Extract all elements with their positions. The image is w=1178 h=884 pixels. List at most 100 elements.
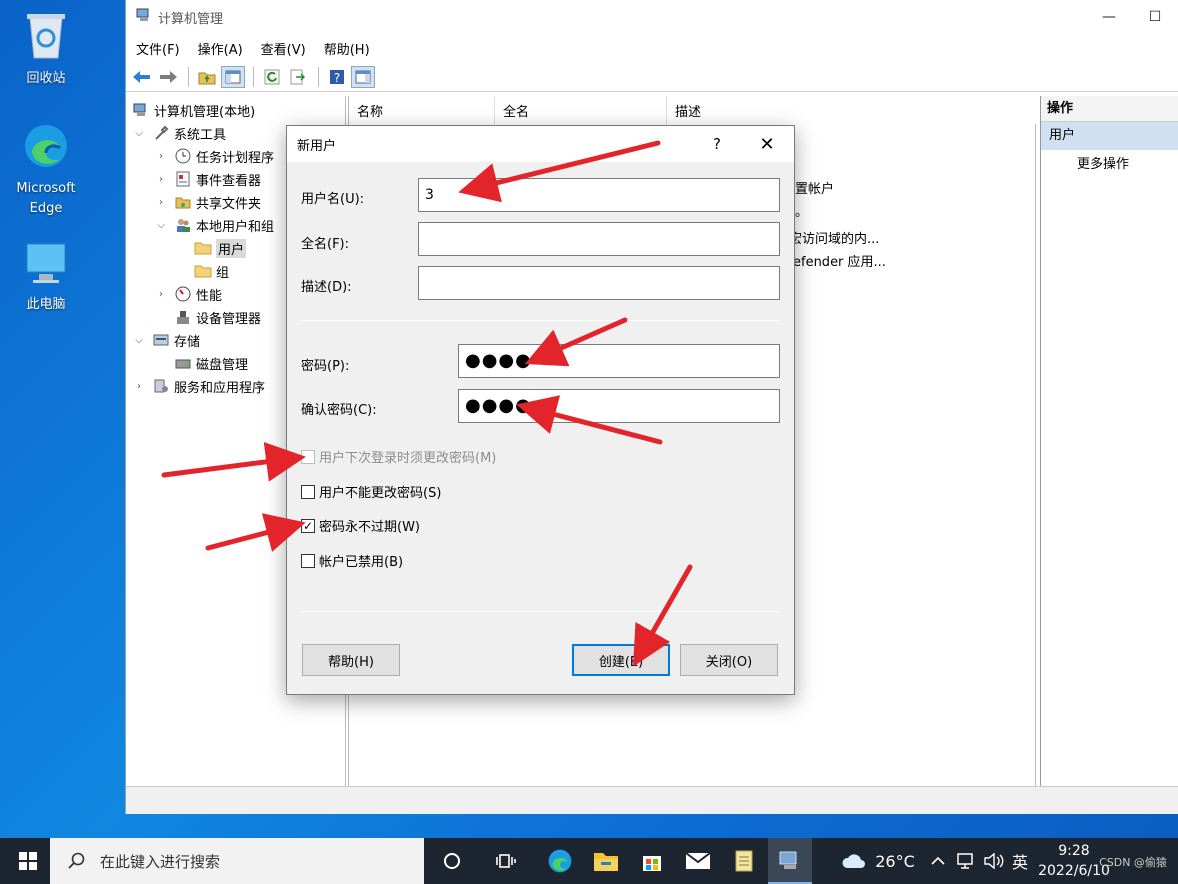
- column-header-description[interactable]: 描述: [667, 96, 1037, 124]
- export-button[interactable]: [286, 66, 310, 88]
- show-hidden-icons[interactable]: [928, 838, 948, 884]
- weather-temp: 26°C: [875, 851, 915, 871]
- chevron-right-icon[interactable]: ›: [154, 289, 168, 300]
- close-icon[interactable]: ✕: [740, 134, 794, 155]
- description-input[interactable]: [418, 266, 780, 300]
- description-cell: 。: [795, 205, 809, 220]
- desktop-icon-this-pc[interactable]: 此电脑: [8, 242, 84, 315]
- window-titlebar[interactable]: 计算机管理 — ☐: [126, 0, 1178, 34]
- network-icon: [957, 853, 973, 869]
- properties-view-button[interactable]: [351, 65, 375, 88]
- desktop-icon-edge[interactable]: Microsoft Edge: [8, 122, 84, 219]
- checkbox-account-disabled[interactable]: 帐户已禁用(B): [301, 551, 403, 570]
- tree-node-device-manager[interactable]: 设备管理器: [174, 306, 261, 328]
- tree-node-storage[interactable]: ⌵ 存储: [132, 329, 200, 351]
- fullname-input[interactable]: [418, 222, 780, 256]
- tree-node-users[interactable]: 用户: [194, 237, 247, 259]
- more-actions-link[interactable]: 更多操作: [1041, 150, 1178, 180]
- help-button[interactable]: 帮助(H): [302, 644, 400, 676]
- watermark: CSDN @偷猿: [1099, 856, 1167, 869]
- svg-text:?: ?: [334, 71, 340, 85]
- description-cell: 宏访问域的内...: [789, 232, 880, 247]
- tree-node-disk-management[interactable]: 磁盘管理: [174, 352, 248, 374]
- column-header-fullname[interactable]: 全名: [495, 96, 667, 124]
- checkmark-icon[interactable]: ✓: [301, 518, 315, 533]
- chevron-down-icon[interactable]: ⌵: [132, 335, 146, 346]
- show-tree-button[interactable]: [221, 65, 245, 88]
- username-input[interactable]: 3: [418, 178, 780, 212]
- minimize-button[interactable]: —: [1086, 9, 1132, 25]
- taskbar-store[interactable]: [630, 838, 674, 884]
- volume-tray[interactable]: [982, 838, 1006, 884]
- tree-node-local-users-groups[interactable]: ⌵ 本地用户和组: [154, 214, 274, 236]
- search-icon: [68, 852, 85, 869]
- help-icon[interactable]: ?: [694, 135, 740, 153]
- cortana-button[interactable]: [430, 838, 474, 884]
- checkbox-box[interactable]: [301, 553, 315, 568]
- checkbox-box[interactable]: [301, 449, 315, 464]
- ime-indicator[interactable]: 英: [1008, 838, 1032, 884]
- column-header-name[interactable]: 名称: [349, 96, 495, 124]
- chevron-down-icon[interactable]: ⌵: [154, 220, 168, 231]
- confirm-password-input[interactable]: ●●●●: [458, 389, 780, 423]
- new-user-dialog: 新用户 ? ✕ 用户名(U): 3 全名(F): 描述(D): 密码(P): ●…: [286, 125, 795, 695]
- taskbar-notepad[interactable]: [722, 838, 766, 884]
- tree-node-event-viewer[interactable]: › 事件查看器: [154, 168, 261, 190]
- checkbox-cannot-change-password[interactable]: 用户不能更改密码(S): [301, 482, 441, 501]
- forward-button[interactable]: [156, 66, 180, 88]
- description-label: 描述(D):: [301, 280, 352, 295]
- fullname-label: 全名(F):: [301, 237, 350, 252]
- toolbar: ?: [126, 62, 1178, 92]
- tree-node-performance[interactable]: › 性能: [154, 283, 222, 305]
- checkbox-password-never-expires[interactable]: ✓ 密码永不过期(W): [301, 516, 420, 535]
- start-button[interactable]: [8, 838, 48, 884]
- services-icon: [152, 378, 170, 394]
- taskbar-file-explorer[interactable]: [584, 838, 628, 884]
- checkbox-must-change-password[interactable]: 用户下次登录时须更改密码(M): [301, 447, 496, 466]
- tree-node-shared-folders[interactable]: › 共享文件夹: [154, 191, 261, 213]
- menu-file[interactable]: 文件(F): [136, 39, 180, 58]
- taskbar-search-box[interactable]: 在此键入进行搜索: [50, 838, 424, 884]
- taskbar-computer-management[interactable]: [768, 838, 812, 884]
- store-icon: [643, 856, 661, 871]
- dialog-titlebar[interactable]: 新用户 ? ✕: [287, 126, 794, 162]
- refresh-button[interactable]: [260, 66, 284, 88]
- performance-icon: [174, 286, 192, 302]
- actions-pane: 操作 用户 更多操作: [1040, 96, 1178, 786]
- close-button[interactable]: 关闭(O): [680, 644, 778, 676]
- chevron-right-icon[interactable]: ›: [132, 381, 146, 392]
- tree-node-root[interactable]: 计算机管理(本地): [132, 99, 255, 121]
- tree-node-services-apps[interactable]: › 服务和应用程序: [132, 375, 265, 397]
- taskbar-mail[interactable]: [676, 838, 720, 884]
- tree-node-task-scheduler[interactable]: › 任务计划程序: [154, 145, 274, 167]
- shared-folder-icon: [174, 194, 192, 210]
- menu-help[interactable]: 帮助(H): [324, 39, 370, 58]
- chevron-right-icon[interactable]: ›: [154, 174, 168, 185]
- dialog-title: 新用户: [297, 138, 337, 154]
- chevron-right-icon[interactable]: ›: [154, 151, 168, 162]
- device-manager-icon: [174, 309, 192, 325]
- chevron-right-icon[interactable]: ›: [154, 197, 168, 208]
- help-button-toolbar[interactable]: ?: [325, 66, 349, 88]
- network-tray[interactable]: [954, 838, 978, 884]
- desktop-icon-recycle-bin[interactable]: 回收站: [8, 10, 84, 89]
- weather-widget[interactable]: 26°C: [838, 838, 918, 884]
- refresh-icon: [264, 69, 280, 84]
- dialog-divider: [301, 611, 779, 612]
- menu-view[interactable]: 查看(V): [261, 39, 306, 58]
- menu-action[interactable]: 操作(A): [198, 39, 243, 58]
- computer-management-icon: [132, 102, 150, 118]
- computer-management-icon: [779, 851, 797, 869]
- password-input[interactable]: ●●●●: [458, 344, 780, 378]
- actions-section-users[interactable]: 用户: [1041, 122, 1178, 150]
- checkbox-box[interactable]: [301, 484, 315, 499]
- maximize-button[interactable]: ☐: [1132, 9, 1178, 25]
- tree-node-groups[interactable]: 组: [194, 260, 229, 282]
- create-button[interactable]: 创建(E): [572, 644, 670, 676]
- up-folder-button[interactable]: [195, 66, 219, 88]
- taskbar-edge[interactable]: [538, 838, 582, 884]
- tree-node-system-tools[interactable]: ⌵ 系统工具: [132, 122, 226, 144]
- chevron-down-icon[interactable]: ⌵: [132, 128, 146, 139]
- back-button[interactable]: [130, 66, 154, 88]
- task-view-button[interactable]: [484, 838, 528, 884]
